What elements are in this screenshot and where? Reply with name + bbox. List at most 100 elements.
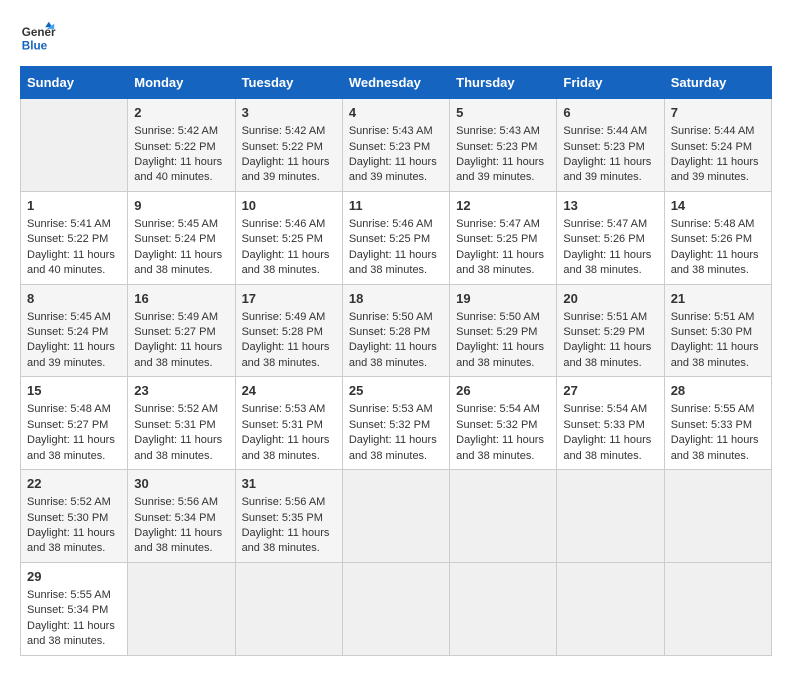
day-info: Sunrise: 5:46 AM [242,217,336,232]
calendar-cell: 19Sunrise: 5:50 AMSunset: 5:29 PMDayligh… [450,284,557,377]
day-number: 28 [671,382,765,400]
day-info: and 38 minutes. [349,449,443,464]
day-info: Sunset: 5:29 PM [563,325,657,340]
day-number: 5 [456,104,550,122]
calendar-cell [450,470,557,563]
calendar-cell: 22Sunrise: 5:52 AMSunset: 5:30 PMDayligh… [21,470,128,563]
calendar-cell: 12Sunrise: 5:47 AMSunset: 5:25 PMDayligh… [450,191,557,284]
day-info: and 38 minutes. [242,263,336,278]
day-info: Daylight: 11 hours [456,248,550,263]
calendar-cell: 18Sunrise: 5:50 AMSunset: 5:28 PMDayligh… [342,284,449,377]
day-info: and 38 minutes. [563,263,657,278]
day-info: Sunset: 5:27 PM [134,325,228,340]
day-info: Daylight: 11 hours [671,433,765,448]
calendar-cell [557,562,664,655]
day-info: Daylight: 11 hours [671,155,765,170]
day-info: Sunrise: 5:53 AM [242,402,336,417]
calendar-cell: 29Sunrise: 5:55 AMSunset: 5:34 PMDayligh… [21,562,128,655]
day-info: Daylight: 11 hours [349,433,443,448]
day-info: Sunrise: 5:47 AM [456,217,550,232]
day-info: and 38 minutes. [27,449,121,464]
calendar-week-row: 1Sunrise: 5:41 AMSunset: 5:22 PMDaylight… [21,191,772,284]
calendar-cell: 26Sunrise: 5:54 AMSunset: 5:32 PMDayligh… [450,377,557,470]
day-info: and 38 minutes. [456,356,550,371]
day-info: Sunrise: 5:45 AM [27,310,121,325]
day-info: Sunrise: 5:55 AM [27,588,121,603]
day-info: Sunset: 5:34 PM [27,603,121,618]
day-info: Daylight: 11 hours [27,248,121,263]
day-info: Sunrise: 5:44 AM [563,124,657,139]
calendar-cell [342,470,449,563]
day-info: Daylight: 11 hours [563,248,657,263]
calendar-cell: 20Sunrise: 5:51 AMSunset: 5:29 PMDayligh… [557,284,664,377]
day-number: 25 [349,382,443,400]
day-number: 2 [134,104,228,122]
calendar-cell [557,470,664,563]
calendar-cell: 28Sunrise: 5:55 AMSunset: 5:33 PMDayligh… [664,377,771,470]
day-info: Daylight: 11 hours [242,155,336,170]
day-info: and 38 minutes. [242,356,336,371]
day-info: Daylight: 11 hours [349,340,443,355]
day-info: Sunrise: 5:41 AM [27,217,121,232]
logo: General Blue [20,20,56,56]
day-number: 10 [242,197,336,215]
day-info: Sunset: 5:30 PM [27,511,121,526]
day-info: and 38 minutes. [134,449,228,464]
day-info: Daylight: 11 hours [242,248,336,263]
day-number: 12 [456,197,550,215]
day-info: Sunset: 5:30 PM [671,325,765,340]
day-info: Sunrise: 5:46 AM [349,217,443,232]
day-info: Sunset: 5:28 PM [242,325,336,340]
day-info: Daylight: 11 hours [134,155,228,170]
day-info: Daylight: 11 hours [27,526,121,541]
day-info: Daylight: 11 hours [563,155,657,170]
calendar-cell: 9Sunrise: 5:45 AMSunset: 5:24 PMDaylight… [128,191,235,284]
day-info: Sunrise: 5:48 AM [27,402,121,417]
day-info: Sunrise: 5:49 AM [134,310,228,325]
calendar-cell: 14Sunrise: 5:48 AMSunset: 5:26 PMDayligh… [664,191,771,284]
day-info: Sunset: 5:32 PM [456,418,550,433]
day-info: Sunset: 5:26 PM [671,232,765,247]
day-info: and 40 minutes. [27,263,121,278]
day-info: Sunset: 5:28 PM [349,325,443,340]
calendar-cell [664,470,771,563]
calendar-cell: 17Sunrise: 5:49 AMSunset: 5:28 PMDayligh… [235,284,342,377]
day-info: and 39 minutes. [671,170,765,185]
day-info: and 38 minutes. [134,356,228,371]
day-info: and 39 minutes. [27,356,121,371]
svg-text:Blue: Blue [22,40,48,53]
calendar-week-row: 15Sunrise: 5:48 AMSunset: 5:27 PMDayligh… [21,377,772,470]
calendar-cell: 13Sunrise: 5:47 AMSunset: 5:26 PMDayligh… [557,191,664,284]
day-info: Daylight: 11 hours [134,433,228,448]
weekday-header: Thursday [450,67,557,99]
day-number: 24 [242,382,336,400]
day-info: Daylight: 11 hours [349,155,443,170]
day-info: Sunset: 5:33 PM [671,418,765,433]
day-number: 19 [456,290,550,308]
day-info: Sunrise: 5:42 AM [134,124,228,139]
calendar-cell [235,562,342,655]
day-info: Daylight: 11 hours [349,248,443,263]
day-info: Sunrise: 5:52 AM [134,402,228,417]
day-info: and 40 minutes. [134,170,228,185]
logo-icon: General Blue [20,20,56,56]
day-number: 9 [134,197,228,215]
day-number: 29 [27,568,121,586]
weekday-header: Friday [557,67,664,99]
day-number: 20 [563,290,657,308]
day-number: 31 [242,475,336,493]
day-info: and 39 minutes. [456,170,550,185]
day-info: Daylight: 11 hours [563,340,657,355]
calendar-cell [128,562,235,655]
day-number: 17 [242,290,336,308]
calendar-cell: 27Sunrise: 5:54 AMSunset: 5:33 PMDayligh… [557,377,664,470]
calendar-week-row: 8Sunrise: 5:45 AMSunset: 5:24 PMDaylight… [21,284,772,377]
calendar-cell: 31Sunrise: 5:56 AMSunset: 5:35 PMDayligh… [235,470,342,563]
calendar-table: SundayMondayTuesdayWednesdayThursdayFrid… [20,66,772,656]
day-info: and 39 minutes. [242,170,336,185]
calendar-week-row: 22Sunrise: 5:52 AMSunset: 5:30 PMDayligh… [21,470,772,563]
header: General Blue [20,20,772,56]
calendar-cell: 16Sunrise: 5:49 AMSunset: 5:27 PMDayligh… [128,284,235,377]
day-info: Daylight: 11 hours [563,433,657,448]
day-info: Sunrise: 5:54 AM [456,402,550,417]
